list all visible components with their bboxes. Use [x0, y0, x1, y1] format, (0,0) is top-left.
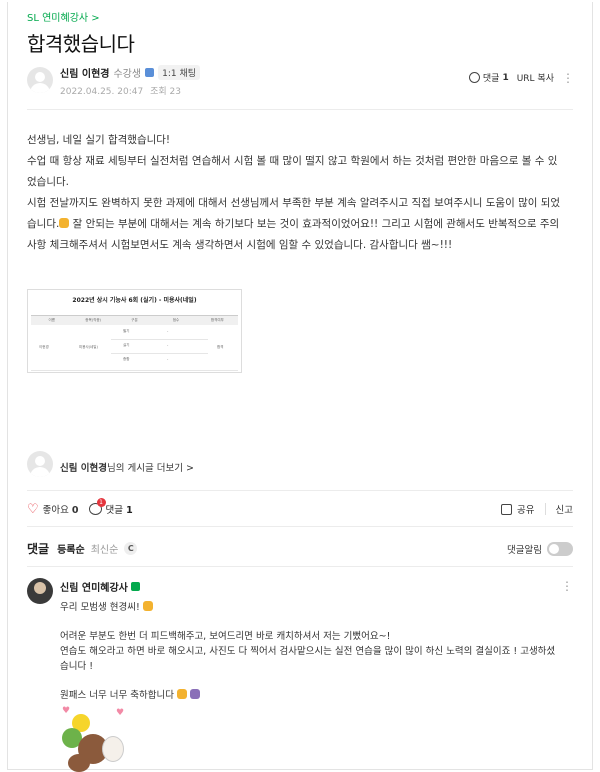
like-count: 0	[71, 505, 79, 516]
comment-link[interactable]: 댓글 1	[468, 71, 509, 84]
notify-toggle[interactable]	[547, 541, 573, 556]
url-copy-button[interactable]: URL 복사	[517, 71, 554, 84]
comment-link-count: 1	[502, 72, 509, 83]
share-button[interactable]: 공유	[517, 502, 534, 516]
table-header-cell: 구분	[131, 318, 138, 322]
result-table-body: 이현경 미용사(네일) 필기 실기 종합 - - - 합격	[31, 325, 238, 371]
post-line-text: 잘 안되는 부분에 대해서는 계속 하기보다 보는 것이 효과적이었어요!! 그…	[27, 218, 560, 251]
like-button[interactable]: 좋아요 0	[43, 502, 79, 516]
bunny-character-icon	[102, 736, 124, 762]
bear-character-icon	[68, 754, 90, 772]
comment-text: 우리 모범생 현경씨!	[60, 602, 143, 613]
table-cell: 이현경	[39, 345, 49, 349]
grade-badge-icon	[145, 68, 155, 77]
post-line: 선생님, 네일 실기 합격했습니다!	[27, 134, 171, 146]
share-icon[interactable]	[501, 503, 513, 515]
comment-author: 신림 연미혜강사	[60, 579, 140, 594]
result-table: 이름 종목(직종) 구분 점수 합격여부 이현경 미용사(네일) 필기 실기 종…	[31, 315, 238, 371]
table-cell: 필기	[123, 329, 130, 333]
comment-more-icon[interactable]: ⋮	[561, 579, 573, 593]
comment-count-value: 1	[126, 505, 133, 516]
more-posts-suffix: 님의 게시글 더보기 >	[107, 463, 194, 474]
grapes-icon	[190, 689, 200, 699]
comment-divider	[27, 566, 573, 567]
table-header-cell: 점수	[172, 318, 180, 322]
author-row: 신림 이현경 수강생 1:1 채팅	[60, 65, 200, 80]
content-divider	[27, 490, 573, 491]
author-grade: 수강생	[113, 69, 142, 80]
heart-icon[interactable]: ♡	[27, 502, 39, 517]
view-count: 조회 23	[150, 87, 181, 97]
table-cell: 실기	[123, 343, 130, 347]
comment-section-title: 댓글	[27, 542, 50, 556]
notify-label: 댓글알림	[507, 544, 542, 556]
post-date: 2022.04.25. 20:47	[60, 87, 144, 97]
table-divider	[31, 370, 238, 371]
more-icon[interactable]: ⋮	[562, 72, 574, 84]
chat-button[interactable]: 1:1 채팅	[158, 65, 200, 80]
table-cell: -	[167, 357, 169, 361]
staff-badge-icon	[130, 582, 140, 591]
post-line: 시험 전날까지도 완벽하지 못한 과제에 대해서 선생님께서 부족한 부분 계속…	[27, 193, 567, 256]
comment-line: 원패스 너무 너무 축하합니다	[60, 688, 560, 703]
thumbs-up-icon	[142, 601, 153, 611]
author-avatar[interactable]	[27, 67, 53, 93]
comment-line: 어려운 부분도 한번 더 피드백해주고, 보여드리면 바로 캐치하셔서 저는 기…	[60, 631, 391, 642]
table-header-cell: 종목(직종)	[85, 318, 101, 322]
cafe-link[interactable]: SL 연미혜강사 >	[27, 9, 100, 24]
table-cell: -	[167, 329, 169, 333]
heart-icon: ♥	[116, 708, 125, 718]
report-button[interactable]: 신고	[556, 502, 573, 516]
post-body: 선생님, 네일 실기 합격했습니다! 수업 때 항상 재료 세팅부터 실전처럼 …	[27, 130, 567, 256]
post-meta: 2022.04.25. 20:47 조회 23	[60, 84, 181, 97]
table-header-cell: 합격여부	[210, 318, 224, 322]
line-friends-sticker: ♥ ♥	[60, 706, 128, 772]
more-posts-link[interactable]: 신림 이현경님의 게시글 더보기 >	[60, 460, 194, 474]
comment-icon	[468, 72, 480, 83]
author-name[interactable]: 신림 이현경	[60, 65, 109, 80]
table-cell: 미용사(네일)	[79, 345, 98, 349]
author-avatar-small[interactable]	[27, 451, 53, 477]
action-row: ♡ 좋아요 0 1 댓글 1 공유 신고	[27, 498, 573, 518]
table-cell: -	[167, 343, 169, 347]
comment-line: 연습도 해오라고 하면 바로 해오시고, 사진도 다 찍어서 검사맡으시는 실전…	[60, 646, 556, 672]
action-divider	[27, 526, 573, 527]
post-toolbar: 댓글 1 URL 복사 ⋮	[468, 71, 574, 84]
comment-line: 우리 모범생 현경씨!	[60, 600, 560, 615]
comment-notify: 댓글알림	[507, 541, 573, 556]
refresh-icon[interactable]: C	[124, 542, 138, 555]
table-header-cell: 이름	[48, 318, 55, 322]
post-line: 수업 때 항상 재료 세팅부터 실전처럼 연습해서 시험 볼 때 많이 떨지 않…	[27, 155, 558, 188]
comment-text: 원패스 너무 너무 축하합니다	[60, 690, 177, 701]
post-title: 합격했습니다	[27, 32, 135, 56]
comment-badge: 1	[96, 498, 106, 507]
heart-icon: ♥	[62, 706, 71, 716]
comment-body: 우리 모범생 현경씨! 어려운 부분도 한번 더 피드백해주고, 보여드리면 바…	[60, 600, 560, 703]
comment-link-label: 댓글	[482, 74, 500, 84]
table-cell: 종합	[123, 357, 130, 361]
separator	[544, 503, 546, 515]
table-cell: 합격	[217, 345, 224, 349]
comment-author-name[interactable]: 신림 연미혜강사	[60, 579, 128, 594]
commenter-avatar[interactable]	[27, 578, 53, 604]
thumbs-up-icon	[59, 218, 70, 228]
like-label: 좋아요	[42, 505, 69, 516]
comment-count-button[interactable]: 댓글 1	[106, 502, 133, 516]
table-divider	[111, 353, 208, 354]
sort-newest-tab[interactable]: 최신순	[91, 541, 119, 556]
comment-bubble-icon[interactable]: 1	[88, 498, 106, 515]
comment-header: 댓글 등록순 최신순 C 댓글알림	[27, 540, 573, 557]
result-image[interactable]: 2022년 상시 기능사 6회 (실기) - 미용사(네일) 이름 종목(직종)…	[27, 289, 242, 373]
result-table-title: 2022년 상시 기능사 6회 (실기) - 미용사(네일)	[72, 297, 197, 304]
header-divider	[27, 109, 573, 110]
comment-count-label: 댓글	[105, 505, 124, 516]
result-table-header: 이름 종목(직종) 구분 점수 합격여부	[31, 316, 238, 325]
more-posts-name: 신림 이현경	[60, 463, 108, 474]
clap-icon	[176, 689, 187, 699]
table-divider	[111, 339, 208, 340]
share-report-group: 공유 신고	[501, 502, 573, 516]
sort-registered-tab[interactable]: 등록순	[57, 541, 85, 556]
